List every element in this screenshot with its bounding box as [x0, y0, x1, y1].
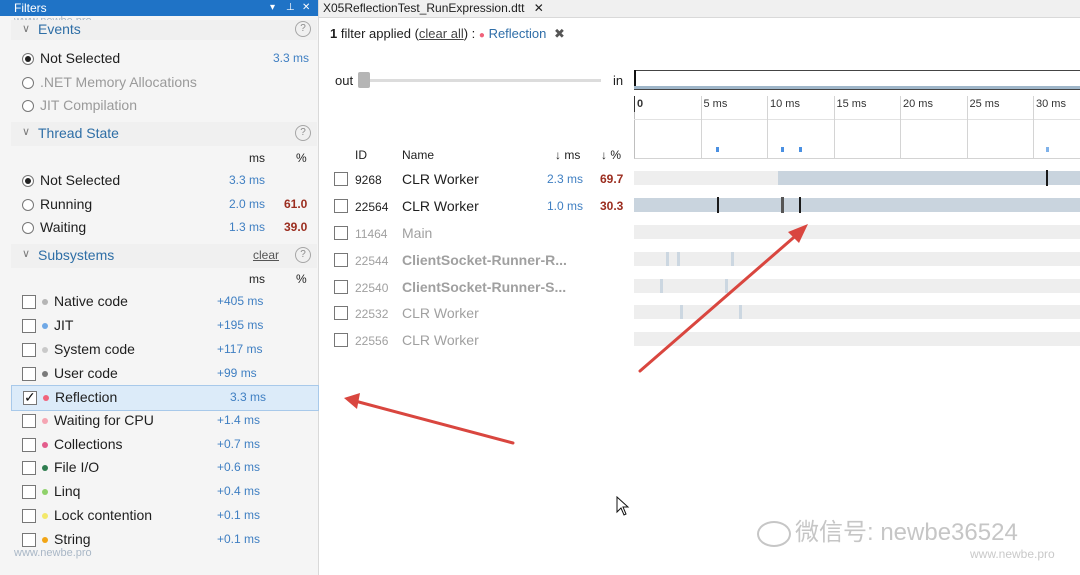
mouse-pointer-icon	[616, 496, 630, 516]
annotation-arrows	[344, 224, 808, 445]
wechat-logo-icon	[757, 520, 791, 547]
arrow-to-reflection	[344, 393, 515, 445]
watermark-bottom-right: www.newbe.pro	[970, 547, 1055, 561]
arrow-to-timeline	[638, 224, 808, 373]
wechat-watermark: 微信号: newbe36524	[757, 512, 1018, 547]
